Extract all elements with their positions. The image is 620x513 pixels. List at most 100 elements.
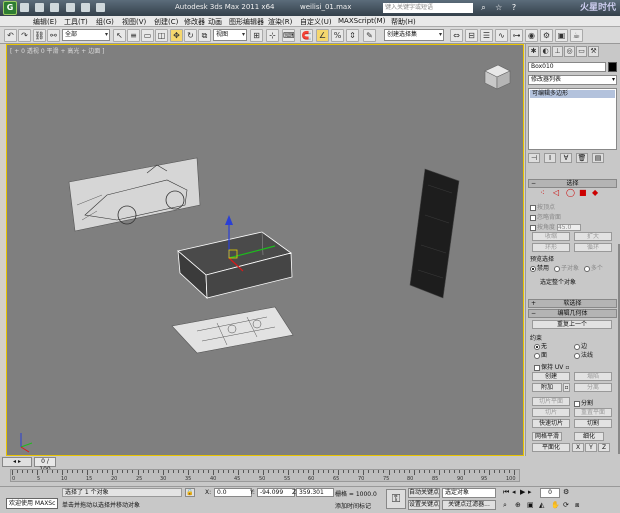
- modify-tab-icon[interactable]: ◐: [540, 46, 551, 57]
- motion-tab-icon[interactable]: ◎: [564, 46, 575, 57]
- z-coord-field[interactable]: 359.301: [296, 488, 334, 497]
- by-vertex-checkbox[interactable]: 按顶点: [530, 202, 555, 211]
- ref-coord-dropdown[interactable]: 视图 ▾: [213, 29, 247, 41]
- edit-geometry-rollout-header[interactable]: − 编辑几何体: [528, 309, 617, 318]
- cut-button[interactable]: 切割: [574, 419, 612, 428]
- vertex-level-icon[interactable]: ⁖: [540, 188, 545, 197]
- pin-stack-icon[interactable]: ⊣: [528, 153, 540, 163]
- menu-modifiers[interactable]: 修改器: [184, 17, 205, 27]
- window-crossing-button[interactable]: ◫: [155, 29, 168, 42]
- grow-button[interactable]: 扩大: [574, 232, 612, 241]
- prev-frame-icon[interactable]: ◂: [512, 488, 516, 496]
- slice-plane-button[interactable]: 切片平面: [532, 397, 570, 406]
- help-icon[interactable]: ?: [508, 2, 519, 13]
- curve-editor-button[interactable]: ∿: [495, 29, 508, 42]
- make-unique-icon[interactable]: ∀: [560, 153, 572, 163]
- zoom-icon[interactable]: ⌕: [503, 501, 507, 510]
- key-mode-dropdown[interactable]: 选定对象: [442, 488, 496, 498]
- viewcube[interactable]: [484, 64, 511, 90]
- show-end-result-icon[interactable]: I: [544, 153, 556, 163]
- repeat-last-button[interactable]: 重复上一个: [532, 320, 612, 329]
- schematic-view-button[interactable]: ⊶: [510, 29, 523, 42]
- menu-graph-editors[interactable]: 图形编辑器: [229, 17, 264, 27]
- planar-z-button[interactable]: Z: [598, 443, 610, 452]
- save-file-icon[interactable]: [50, 3, 60, 12]
- menu-views[interactable]: 视图(V): [122, 17, 146, 27]
- percent-snap-button[interactable]: %: [331, 29, 344, 42]
- configure-sets-icon[interactable]: ▤: [592, 153, 604, 163]
- star-icon[interactable]: ☆: [493, 2, 504, 13]
- modifier-list-dropdown[interactable]: 修改器列表 ▾: [528, 75, 617, 85]
- polygon-level-icon[interactable]: ■: [579, 188, 587, 197]
- pan-icon[interactable]: ✋: [551, 501, 560, 509]
- redo-icon[interactable]: [80, 3, 90, 12]
- rendered-frame-button[interactable]: ▣: [555, 29, 568, 42]
- settings-icon[interactable]: ▫: [565, 364, 569, 371]
- unlink-button[interactable]: ⚯: [47, 29, 60, 42]
- selected-box-object[interactable]: [177, 231, 293, 299]
- menu-create[interactable]: 创建(C): [154, 17, 178, 27]
- menu-customize[interactable]: 自定义(U): [300, 17, 332, 27]
- collapse-button[interactable]: 塌陷: [574, 372, 612, 381]
- zoom-extents-icon[interactable]: ▣: [527, 501, 534, 509]
- element-level-icon[interactable]: ◆: [592, 188, 598, 197]
- reset-plane-button[interactable]: 重置平面: [574, 408, 612, 417]
- by-angle-field[interactable]: 45.0: [556, 224, 581, 231]
- key-icon[interactable]: ⚿: [386, 489, 406, 509]
- menu-group[interactable]: 组(G): [96, 17, 114, 27]
- add-time-tag-button[interactable]: 添加时间标记: [335, 501, 371, 510]
- maxscript-listener[interactable]: 欢迎使用 MAXSc: [6, 498, 58, 509]
- material-editor-button[interactable]: ◉: [525, 29, 538, 42]
- timeline-nav-button[interactable]: ◂ ▸: [2, 457, 32, 467]
- planar-x-button[interactable]: X: [572, 443, 584, 452]
- perspective-viewport[interactable]: [ + 0 透视 0 平滑 + 高光 + 边面 ]: [6, 44, 524, 456]
- slice-button[interactable]: 切片: [532, 408, 570, 417]
- remove-modifier-icon[interactable]: 🗑: [576, 153, 588, 163]
- render-production-button[interactable]: ☕: [570, 29, 583, 42]
- ring-button[interactable]: 环形: [532, 243, 570, 252]
- top-reference-plane[interactable]: [171, 306, 294, 354]
- attach-settings-icon[interactable]: ▫: [563, 383, 570, 392]
- app-logo-icon[interactable]: G: [3, 1, 17, 15]
- tessellate-button[interactable]: 细化: [574, 432, 604, 441]
- edit-named-sets-button[interactable]: ✎: [363, 29, 376, 42]
- spinner-snap-button[interactable]: ⇕: [346, 29, 359, 42]
- detach-button[interactable]: 分离: [574, 383, 612, 392]
- mirror-button[interactable]: ⇔: [450, 29, 463, 42]
- stack-item-editable-poly[interactable]: 可编辑多边形: [530, 90, 615, 98]
- field-of-view-icon[interactable]: ◭: [539, 501, 544, 509]
- object-color-swatch[interactable]: [608, 62, 617, 72]
- snaps-toggle-button[interactable]: 🧲: [300, 29, 313, 42]
- loop-button[interactable]: 循环: [574, 243, 612, 252]
- display-tab-icon[interactable]: ▭: [576, 46, 587, 57]
- preserve-uv-checkbox[interactable]: 保持 UV ▫: [534, 362, 569, 371]
- auto-key-button[interactable]: 自动关键点: [408, 488, 440, 498]
- rect-selection-button[interactable]: ▭: [141, 29, 154, 42]
- menu-tools[interactable]: 工具(T): [64, 17, 88, 27]
- make-planar-button[interactable]: 平面化: [532, 443, 570, 452]
- goto-start-icon[interactable]: ⏮: [503, 488, 509, 497]
- by-angle-checkbox[interactable]: 按角度 45.0: [530, 222, 581, 231]
- lock-icon[interactable]: 🔒: [185, 488, 195, 497]
- menu-rendering[interactable]: 渲染(R): [268, 17, 292, 27]
- next-frame-icon[interactable]: ▸: [528, 488, 532, 496]
- front-reference-plane[interactable]: [409, 168, 460, 299]
- planar-y-button[interactable]: Y: [585, 443, 597, 452]
- constraint-normal-option[interactable]: 法线: [574, 350, 593, 359]
- create-button[interactable]: 创建: [532, 372, 570, 381]
- preview-multi-radio[interactable]: [583, 265, 590, 272]
- side-reference-plane[interactable]: [68, 157, 201, 232]
- utilities-tab-icon[interactable]: ⚒: [588, 46, 599, 57]
- undo-icon[interactable]: [65, 3, 75, 12]
- attach-button[interactable]: 附加: [532, 383, 562, 392]
- menu-help[interactable]: 帮助(H): [391, 17, 416, 27]
- soft-selection-rollout-header[interactable]: + 软选择: [528, 299, 617, 308]
- binoculars-icon[interactable]: ⌕: [478, 2, 489, 13]
- search-input[interactable]: 键入关键字或短语: [383, 3, 473, 13]
- select-move-button[interactable]: ✥: [170, 29, 183, 42]
- current-frame-field[interactable]: 0: [540, 488, 560, 498]
- select-manipulate-button[interactable]: ⊹: [266, 29, 279, 42]
- layer-manager-button[interactable]: ☰: [480, 29, 493, 42]
- undo-button[interactable]: ↶: [4, 29, 17, 42]
- border-level-icon[interactable]: ◯: [566, 188, 575, 197]
